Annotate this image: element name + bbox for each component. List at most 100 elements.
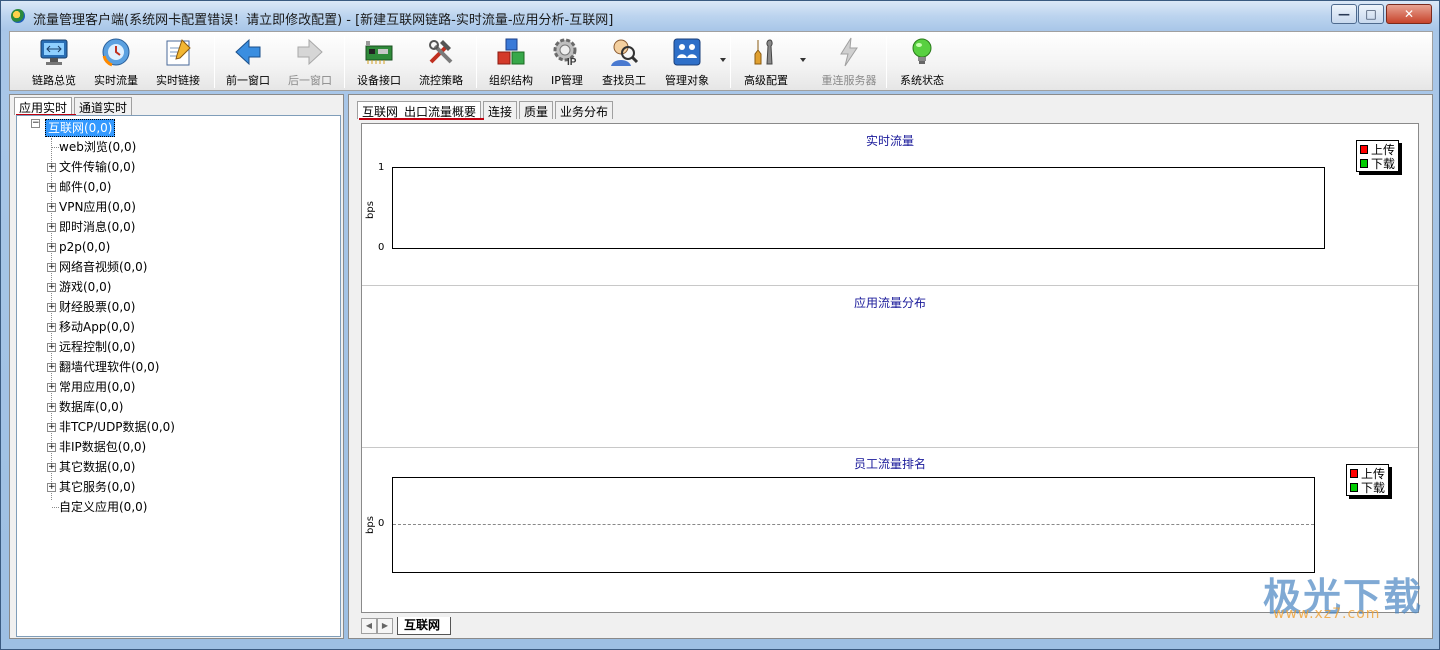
active-tab-indicator	[359, 118, 484, 120]
expand-toggle[interactable]: +	[47, 243, 56, 252]
toolbar-system-status-button[interactable]: 系统状态	[890, 34, 954, 90]
expand-toggle[interactable]: +	[47, 443, 56, 452]
expand-toggle[interactable]: +	[47, 403, 56, 412]
tree-connector	[52, 147, 59, 148]
legend-entry: 下载	[1360, 156, 1395, 171]
tree-item-label: 邮件(0,0)	[59, 180, 112, 194]
toolbar-realtime-link-button[interactable]: 实时链接	[148, 34, 208, 90]
toolbar-network-overview-button[interactable]: 链路总览	[24, 34, 84, 90]
toolbar-org-structure-button[interactable]: 组织结构	[480, 34, 542, 90]
reconnect-icon	[833, 36, 865, 68]
tree-item[interactable]: + 邮件(0,0)	[17, 177, 337, 197]
tree-item[interactable]: + 财经股票(0,0)	[17, 297, 337, 317]
tree-item-label: 文件传输(0,0)	[59, 160, 136, 174]
toolbar-separator	[214, 36, 215, 88]
tree-item[interactable]: + 常用应用(0,0)	[17, 377, 337, 397]
toolbar-label: 前一窗口	[226, 74, 270, 87]
toolbar-ip-manage-button[interactable]: IP IP管理	[542, 34, 592, 90]
scroll-right-button[interactable]: ▶	[377, 618, 393, 634]
tree-item[interactable]: + 即时消息(0,0)	[17, 217, 337, 237]
find-user-icon	[608, 36, 640, 68]
expand-toggle[interactable]: +	[47, 423, 56, 432]
expand-toggle[interactable]: +	[47, 223, 56, 232]
collapse-toggle[interactable]: −	[31, 119, 40, 128]
toolbar-reconnect-button[interactable]: 重连服务器	[814, 34, 884, 90]
expand-toggle[interactable]: +	[47, 483, 56, 492]
tree-item-label: 其它数据(0,0)	[59, 460, 136, 474]
toolbar-label: 实时链接	[156, 74, 200, 87]
tree-item-label: 即时消息(0,0)	[59, 220, 136, 234]
tree-item[interactable]: web浏览(0,0)	[17, 137, 337, 157]
tree-item-label: 远程控制(0,0)	[59, 340, 136, 354]
tree-item-label: 非TCP/UDP数据(0,0)	[59, 420, 175, 434]
expand-toggle[interactable]: +	[47, 323, 56, 332]
toolbar-flow-policy-button[interactable]: 流控策略	[410, 34, 472, 90]
chart-title: 实时流量	[865, 134, 914, 148]
realtime-traffic-icon	[100, 36, 132, 68]
toolbar-device-interface-button[interactable]: 设备接口	[348, 34, 410, 90]
tree-item-label: VPN应用(0,0)	[59, 200, 136, 214]
toolbar-label: 链路总览	[32, 74, 76, 87]
tree-item[interactable]: + 其它服务(0,0)	[17, 477, 337, 497]
expand-toggle[interactable]: +	[47, 383, 56, 392]
toolbar-label: 组织结构	[489, 74, 533, 87]
expand-toggle[interactable]: +	[47, 163, 56, 172]
y-tick-label: 0	[378, 518, 385, 529]
expand-toggle[interactable]: +	[47, 363, 56, 372]
tree-connector	[52, 507, 59, 508]
main-toolbar: 链路总览 实时流量 实时链接 前一窗口 后一窗口 设备接口 流控策略 组织结构 …	[9, 31, 1433, 91]
toolbar-manage-objects-button[interactable]: 管理对象	[656, 34, 718, 90]
expand-toggle[interactable]: +	[47, 203, 56, 212]
tree-item[interactable]: + 其它数据(0,0)	[17, 457, 337, 477]
tree-item[interactable]: + 文件传输(0,0)	[17, 157, 337, 177]
tree-item[interactable]: + VPN应用(0,0)	[17, 197, 337, 217]
toolbar-label: 后一窗口	[288, 74, 332, 87]
toolbar-label: 系统状态	[900, 74, 944, 87]
employee-ranking-plot	[392, 477, 1315, 573]
tree-item[interactable]: + 翻墙代理软件(0,0)	[17, 357, 337, 377]
chevron-down-icon[interactable]	[800, 58, 806, 62]
sheet-tab-internet[interactable]: 互联网	[397, 617, 452, 635]
scroll-left-button[interactable]: ◀	[361, 618, 377, 634]
close-button[interactable]: ✕	[1386, 4, 1432, 24]
tab-channel-realtime[interactable]: 通道实时	[74, 97, 133, 115]
toolbar-realtime-traffic-button[interactable]: 实时流量	[86, 34, 146, 90]
tree-item[interactable]: 自定义应用(0,0)	[17, 497, 337, 517]
expand-toggle[interactable]: +	[47, 263, 56, 272]
maximize-button[interactable]: □	[1358, 4, 1384, 24]
tab-app-realtime[interactable]: 应用实时	[14, 97, 73, 115]
tab-internet-outbound-summary[interactable]: 互联网_出口流量概要	[357, 101, 482, 119]
app-logo-icon	[11, 9, 25, 23]
tree-item[interactable]: + 非IP数据包(0,0)	[17, 437, 337, 457]
app-window: 流量管理客户端(系统网卡配置错误！请立即修改配置) - [新建互联网链路-实时流…	[0, 0, 1440, 650]
tree-item-label: web浏览(0,0)	[59, 140, 137, 154]
expand-toggle[interactable]: +	[47, 283, 56, 292]
tree-item[interactable]: + 网络音视频(0,0)	[17, 257, 337, 277]
tab-business-distribution[interactable]: 业务分布	[555, 101, 614, 119]
toolbar-advanced-config-button[interactable]: 高级配置	[734, 34, 798, 90]
toolbar-label: 设备接口	[357, 74, 401, 87]
toolbar-label: 实时流量	[94, 74, 138, 87]
chevron-down-icon[interactable]	[720, 58, 726, 62]
minimize-button[interactable]: —	[1331, 4, 1357, 24]
tree-item[interactable]: + p2p(0,0)	[17, 237, 337, 257]
tree-item[interactable]: + 非TCP/UDP数据(0,0)	[17, 417, 337, 437]
title-bar[interactable]: 流量管理客户端(系统网卡配置错误！请立即修改配置) - [新建互联网链路-实时流…	[1, 1, 1439, 31]
legend-label: 下载	[1361, 480, 1386, 495]
tab-quality[interactable]: 质量	[519, 101, 554, 119]
tree-item[interactable]: + 移动App(0,0)	[17, 317, 337, 337]
manage-objects-icon	[671, 36, 703, 68]
toolbar-forward-button[interactable]: 后一窗口	[280, 34, 340, 90]
expand-toggle[interactable]: +	[47, 463, 56, 472]
tree-item[interactable]: + 远程控制(0,0)	[17, 337, 337, 357]
expand-toggle[interactable]: +	[47, 343, 56, 352]
toolbar-find-employee-button[interactable]: 查找员工	[594, 34, 654, 90]
tab-connections[interactable]: 连接	[483, 101, 518, 119]
tree-item[interactable]: + 数据库(0,0)	[17, 397, 337, 417]
tree-root-item[interactable]: 互联网(0,0)	[45, 119, 116, 137]
expand-toggle[interactable]: +	[47, 303, 56, 312]
expand-toggle[interactable]: +	[47, 183, 56, 192]
right-tabs: 互联网_出口流量概要 连接 质量 业务分布	[357, 101, 615, 119]
toolbar-back-button[interactable]: 前一窗口	[218, 34, 278, 90]
tree-item[interactable]: + 游戏(0,0)	[17, 277, 337, 297]
